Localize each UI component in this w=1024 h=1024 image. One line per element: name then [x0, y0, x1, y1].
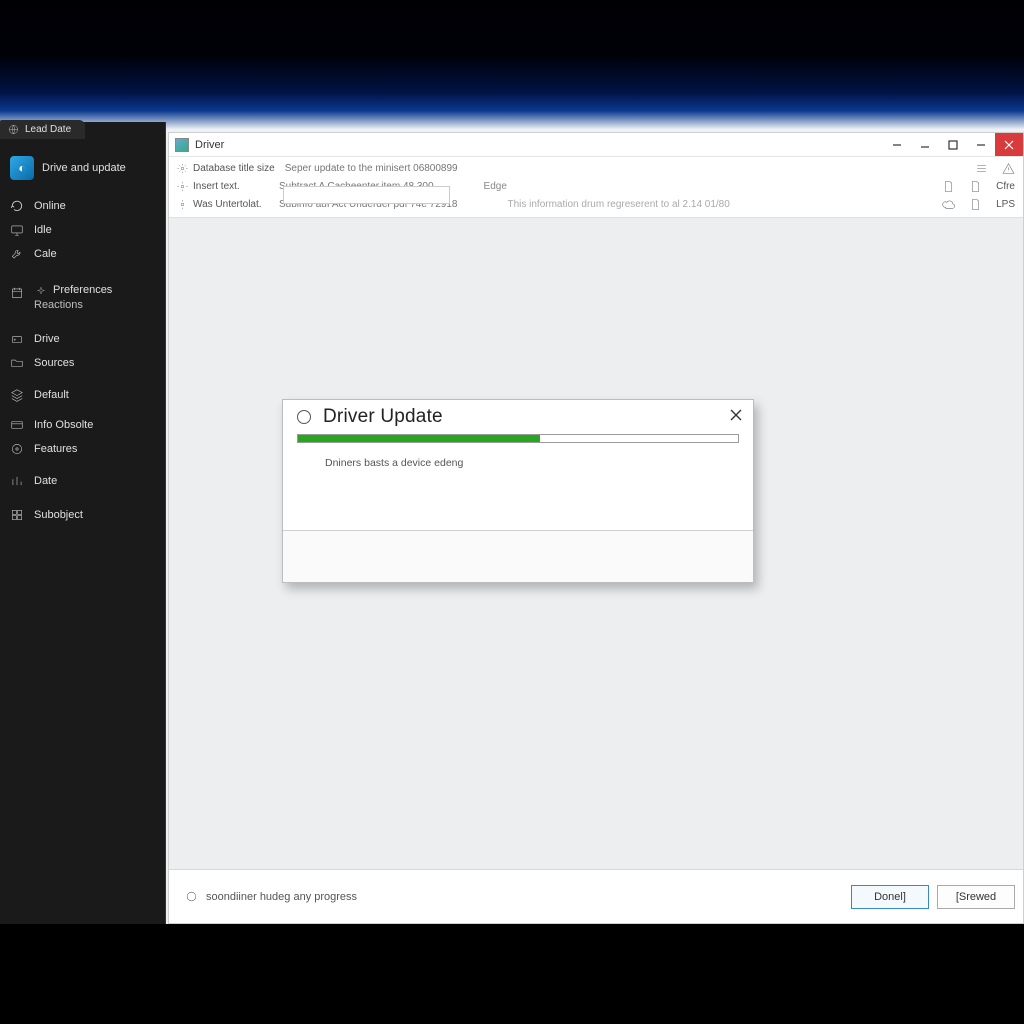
toolbar-right-text2: LPS [996, 199, 1015, 210]
secondary-action-button[interactable]: [Srewed [937, 885, 1015, 909]
secondary-action-label: [Srewed [956, 891, 996, 903]
doc-icon[interactable] [942, 180, 955, 193]
gear-icon [177, 181, 188, 192]
sidebar-item-label: Default [34, 389, 69, 401]
sidebar-item-default[interactable]: Default [0, 383, 165, 407]
progress-bar-fill [298, 435, 540, 442]
toolbar-right-text: Cfre [996, 181, 1015, 192]
doc-icon[interactable] [969, 198, 982, 211]
gear-icon [177, 163, 188, 174]
toolbar-row-value: Seper update to the minisert 06800899 [285, 163, 458, 174]
toolbar-row-label: Was Untertolat. [193, 199, 262, 210]
window-minimize2-button[interactable] [911, 133, 939, 156]
card-icon [10, 418, 24, 432]
sparkle-icon [34, 286, 48, 295]
main-window: Driver Database title size Seper update … [168, 132, 1024, 924]
sidebar-item-label: Drive [34, 333, 60, 345]
progress-bar [297, 434, 739, 443]
driver-update-dialog: Driver Update Dniners basts a device ede… [282, 399, 754, 583]
close-icon [729, 408, 743, 422]
bars-icon [10, 474, 24, 488]
sidebar-item-info-obsolte[interactable]: Info Obsolte [0, 413, 165, 437]
sidebar-item-sources[interactable]: Sources [0, 351, 165, 375]
sidebar-item-features[interactable]: Features [0, 437, 165, 461]
toolbar: Database title size Seper update to the … [169, 157, 1023, 218]
sidebar-sub-label: Reactions [34, 299, 112, 311]
sidebar-header-label: Drive and update [42, 162, 126, 174]
sidebar-item-online[interactable]: Online [0, 194, 165, 218]
primary-action-label: Donel] [874, 891, 906, 903]
workspace: Driver Update Dniners basts a device ede… [169, 218, 1023, 869]
sidebar-sub-label: Preferences [53, 284, 112, 296]
window-title: Driver [195, 139, 224, 151]
window-restore-button[interactable] [967, 133, 995, 156]
toolbar-row-edge: Edge [484, 181, 507, 192]
warning-icon[interactable] [1002, 162, 1015, 175]
window-maximize-button[interactable] [939, 133, 967, 156]
disc-icon [10, 442, 24, 456]
app-icon: ◐ [10, 156, 34, 180]
sidebar-item-label: Info Obsolte [34, 419, 93, 431]
sidebar-item-label: Date [34, 475, 57, 487]
toolbar-input-overlay[interactable] [283, 186, 450, 204]
dialog-footer [283, 530, 753, 582]
sidebar-item-cale[interactable]: Cale [0, 242, 165, 266]
layers-icon [10, 388, 24, 402]
wrench-icon [10, 247, 24, 261]
sidebar: Lead Date ◐ Drive and update Online Idle… [0, 122, 166, 924]
primary-action-button[interactable]: Donel] [851, 885, 929, 909]
calendar-icon [10, 286, 24, 300]
sidebar-item-date[interactable]: Date [0, 469, 165, 493]
monitor-icon [10, 223, 24, 237]
toolbar-row-edge: This information drum regreserent to al … [507, 199, 729, 210]
sidebar-item-label: Subobject [34, 509, 83, 521]
desktop-background: Lead Date ◐ Drive and update Online Idle… [0, 0, 1024, 924]
refresh-icon [10, 199, 24, 213]
sidebar-tab[interactable]: Lead Date [0, 120, 85, 139]
sidebar-item-label: Features [34, 443, 77, 455]
doc-icon[interactable] [969, 180, 982, 193]
sidebar-item-label: Idle [34, 224, 52, 236]
sidebar-item-label: Sources [34, 357, 74, 369]
taskbar [0, 924, 1024, 1024]
dialog-status-icon [297, 410, 311, 424]
dialog-status-text: Dniners basts a device edeng [283, 443, 753, 469]
cloud-icon[interactable] [942, 198, 955, 211]
sidebar-tab-label: Lead Date [25, 124, 71, 135]
grid-icon [10, 508, 24, 522]
window-close-button[interactable] [995, 133, 1023, 156]
status-bar: soondiiner hudeg any progress Donel] [Sr… [169, 869, 1023, 923]
toolbar-row-label: Insert text. [193, 181, 240, 192]
window-titlebar: Driver [169, 133, 1023, 157]
dialog-title: Driver Update [323, 406, 443, 428]
sidebar-item-idle[interactable]: Idle [0, 218, 165, 242]
sidebar-item-drive[interactable]: Drive [0, 327, 165, 351]
folder-icon [10, 356, 24, 370]
dialog-close-button[interactable] [729, 408, 743, 427]
sidebar-item-subobject[interactable]: Subobject [0, 503, 165, 527]
window-app-icon [175, 138, 189, 152]
sidebar-item-preferences-group[interactable]: Preferences Reactions [0, 278, 165, 315]
sidebar-header: ◐ Drive and update [0, 146, 165, 194]
statusbar-text: soondiiner hudeg any progress [206, 891, 357, 903]
window-minimize-button[interactable] [883, 133, 911, 156]
globe-icon [8, 124, 19, 135]
sidebar-item-label: Cale [34, 248, 57, 260]
sidebar-item-label: Online [34, 200, 66, 212]
spinner-icon [185, 890, 198, 903]
menu-icon[interactable] [975, 162, 988, 175]
drive-icon [10, 332, 24, 346]
gear-icon [177, 199, 188, 210]
toolbar-row-label: Database title size [193, 163, 275, 174]
